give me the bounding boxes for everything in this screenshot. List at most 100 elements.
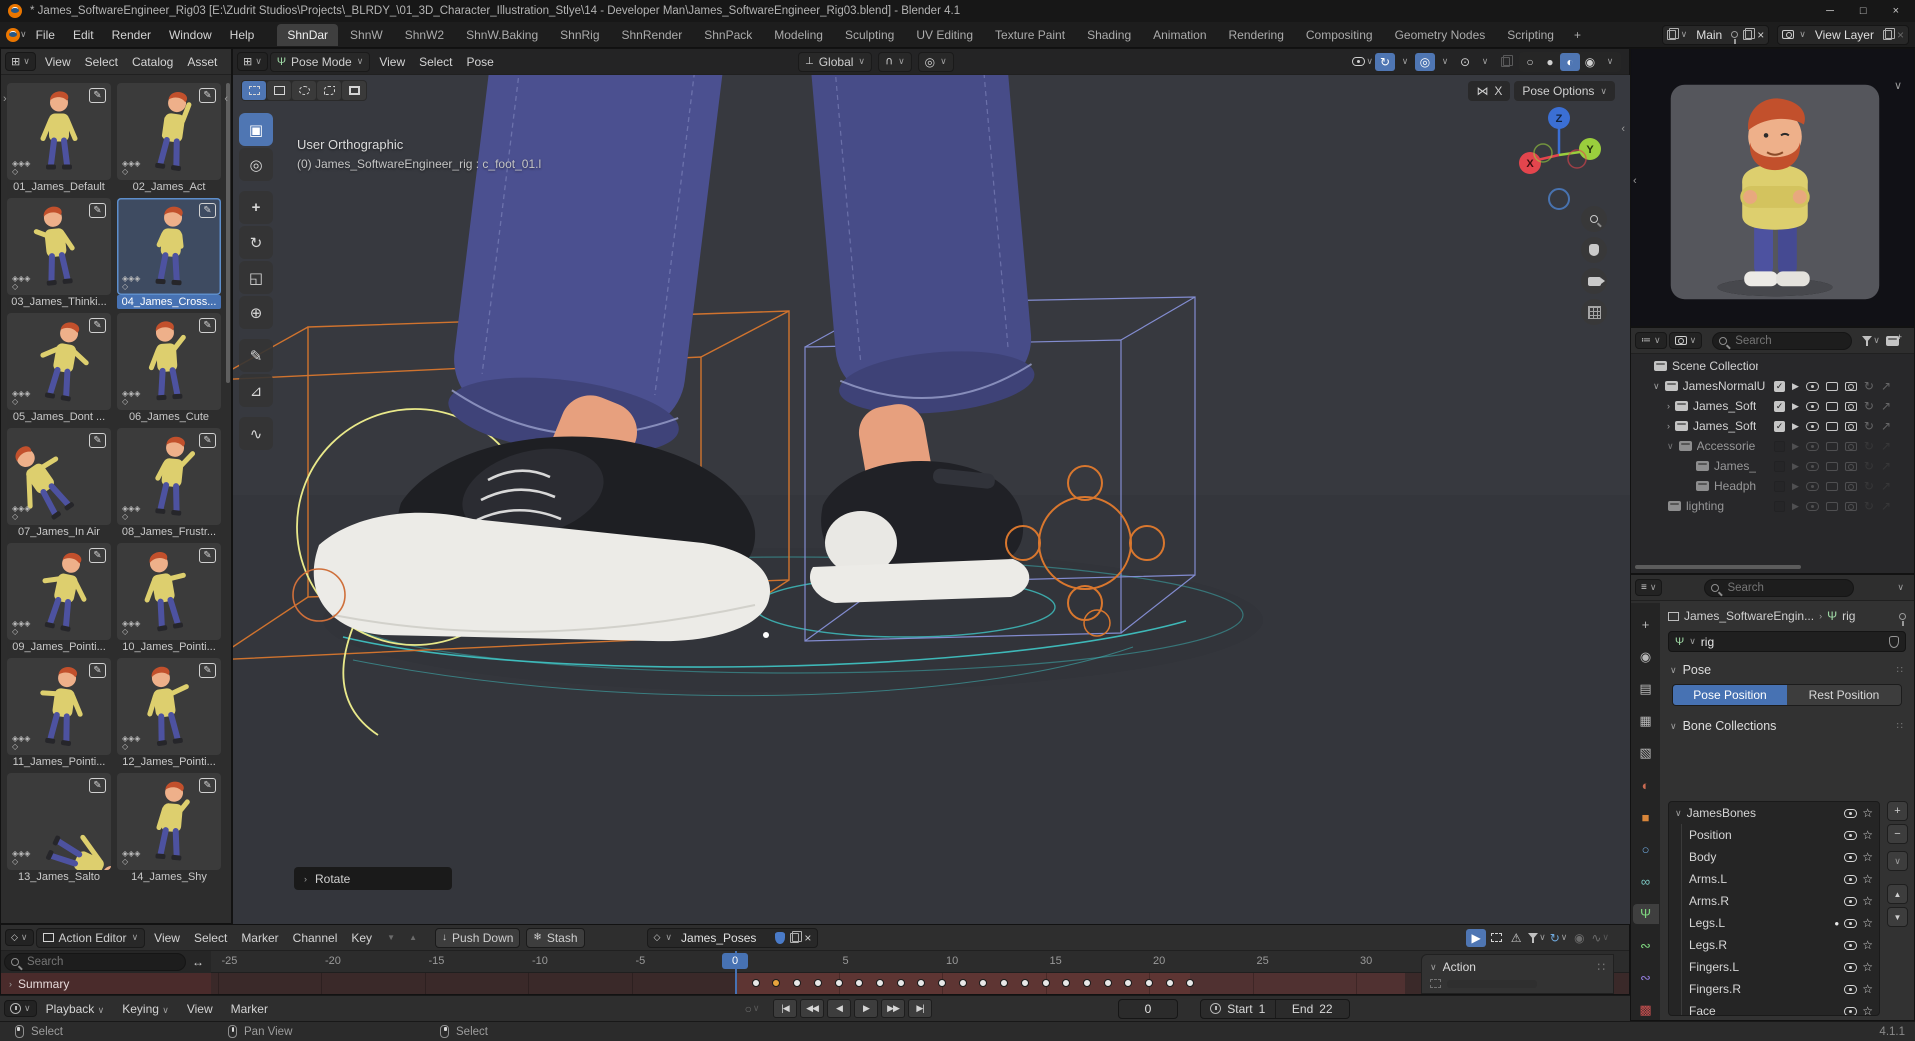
disable-viewports-icon[interactable] (1826, 422, 1838, 431)
asset-card-05_James_Dont ...[interactable]: ✎◈◈◈◇05_James_Dont ... (7, 313, 111, 424)
bone-collection-row-fingers-l[interactable]: Fingers.L☆ (1669, 956, 1879, 978)
timeline-ruler[interactable]: -25-20-15-10-5051015202530 (211, 951, 1629, 973)
outliner-row-headph[interactable]: Headph▶↻↗ (1631, 476, 1914, 496)
selectable-icon[interactable]: ▶ (1792, 421, 1799, 432)
move-down-button[interactable]: ▼ (1887, 907, 1908, 927)
solo-star-icon[interactable]: ☆ (1862, 982, 1873, 996)
exclude-checkbox[interactable] (1774, 441, 1785, 452)
proportional-edit-dropdown[interactable]: ◎ ∨ (918, 52, 954, 72)
pose-panel-header[interactable]: ∨ Pose ∷ (1660, 656, 1914, 682)
disable-render-icon[interactable] (1845, 422, 1857, 431)
channel-search-input[interactable] (4, 953, 186, 971)
bone-collection-row-body[interactable]: Body☆ (1669, 846, 1879, 868)
asset-menu-view[interactable]: View (38, 52, 78, 72)
keyframe-dot[interactable] (897, 979, 905, 987)
scene-selector[interactable]: ∨ Main × (1662, 25, 1770, 45)
next-keyframe-button[interactable]: ▶▶ (881, 999, 905, 1018)
workspace-tab-shnpack[interactable]: ShnPack (694, 24, 762, 46)
grip-icon[interactable]: ∷ (1897, 721, 1904, 732)
only-selected-toggle[interactable]: ▶ (1466, 929, 1486, 947)
tool-transform[interactable]: ⊕ (239, 296, 273, 329)
keyframe-dot[interactable] (1042, 979, 1050, 987)
disable-render-icon[interactable] (1845, 442, 1857, 451)
outliner-row-james-soft[interactable]: ›James_Soft✓▶↻↗ (1631, 396, 1914, 416)
bone-collection-row-legs-l[interactable]: Legs.L●☆ (1669, 912, 1879, 934)
chevron-down-icon[interactable]: ∨ (1897, 582, 1910, 593)
properties-tab-bone-constraint[interactable]: ∾ (1633, 969, 1659, 988)
exclude-checkbox[interactable] (1774, 461, 1785, 472)
visibility-eye-icon[interactable] (1844, 941, 1857, 950)
blender-menu-icon[interactable] (6, 28, 20, 42)
outliner-row-james-soft[interactable]: ›James_Soft✓▶↻↗ (1631, 416, 1914, 436)
asset-card-14_James_Shy[interactable]: ✎◈◈◈◇14_James_Shy (117, 773, 221, 884)
holdout-icon[interactable]: ↻ (1864, 379, 1874, 393)
solo-star-icon[interactable]: ☆ (1862, 806, 1873, 820)
exclude-checkbox[interactable]: ✓ (1774, 401, 1785, 412)
properties-tab-object-constraints[interactable]: ∞ (1633, 872, 1659, 891)
workspace-tab-shading[interactable]: Shading (1077, 24, 1141, 46)
gizmo-dropdown[interactable]: ∨ (1395, 53, 1415, 71)
visibility-eye-icon[interactable] (1844, 985, 1857, 994)
asset-card-01_James_Default[interactable]: ✎◈◈◈◇01_James_Default (7, 83, 111, 194)
rest-position-button[interactable]: Rest Position (1787, 685, 1901, 705)
pin-icon[interactable] (1731, 31, 1738, 38)
solo-star-icon[interactable]: ☆ (1862, 960, 1873, 974)
indirect-only-icon[interactable]: ↗ (1881, 499, 1891, 513)
select-box-button[interactable] (267, 81, 291, 100)
breadcrumb-object[interactable]: James_SoftwareEngin... (1684, 609, 1814, 623)
properties-tab-render[interactable]: ◉ (1633, 647, 1659, 666)
pose-position-button[interactable]: Pose Position (1673, 685, 1787, 705)
selectable-icon[interactable]: ▶ (1792, 381, 1799, 392)
bone-collection-row-arms-r[interactable]: Arms.R☆ (1669, 890, 1879, 912)
summary-channel[interactable]: › Summary (1, 973, 211, 994)
visibility-eye-icon[interactable] (1844, 831, 1857, 840)
menu-help[interactable]: Help (221, 25, 264, 45)
selectable-icon[interactable]: ▶ (1792, 481, 1799, 492)
expander-icon[interactable]: › (1667, 421, 1670, 431)
disable-render-icon[interactable] (1845, 382, 1857, 391)
dopesheet-menu-view[interactable]: View (147, 928, 187, 948)
grip-icon[interactable]: ∷ (1897, 665, 1904, 676)
workspace-tab-shnw2[interactable]: ShnW2 (395, 24, 454, 46)
new-collection-button[interactable]: + (1884, 332, 1904, 350)
start-frame-field[interactable]: Start 1 (1201, 1002, 1275, 1016)
editor-type-button[interactable]: ≔∨ (1635, 332, 1667, 349)
visibility-eye-icon[interactable] (1844, 919, 1857, 928)
close-icon[interactable]: × (1897, 28, 1904, 42)
pin-icon[interactable] (1899, 613, 1906, 620)
operator-panel[interactable]: › Rotate (294, 867, 452, 890)
dopesheet-menu-select[interactable]: Select (187, 928, 234, 948)
indirect-only-icon[interactable]: ↗ (1881, 399, 1891, 413)
properties-tab-object[interactable]: ■ (1633, 808, 1659, 827)
properties-tab-world[interactable]: ◐ (1633, 776, 1659, 795)
viewport-menu-view[interactable]: View (372, 52, 412, 72)
properties-search-input[interactable] (1704, 579, 1854, 597)
solo-star-icon[interactable]: ☆ (1862, 938, 1873, 952)
shading-material-button[interactable]: ◐ (1560, 53, 1580, 71)
disable-render-icon[interactable] (1845, 462, 1857, 471)
show-gizmo-toggle[interactable]: ↻ (1375, 53, 1395, 71)
holdout-icon[interactable]: ↻ (1864, 499, 1874, 513)
visibility-eye-icon[interactable] (1844, 809, 1857, 818)
keyframe-dot[interactable] (1021, 979, 1029, 987)
copy-icon[interactable] (790, 933, 799, 943)
show-hidden-toggle[interactable] (1486, 929, 1506, 947)
minimize-button[interactable]: ─ (1826, 5, 1834, 17)
selectable-icon[interactable]: ▶ (1792, 401, 1799, 412)
hide-viewport-icon[interactable] (1806, 382, 1819, 391)
jump-to-end-button[interactable]: ▶| (908, 999, 932, 1018)
outliner-search-input[interactable] (1712, 332, 1852, 350)
auto-keying-toggle[interactable]: ○∨ (742, 1000, 762, 1018)
jump-to-start-button[interactable]: |◀ (773, 999, 797, 1018)
unlink-action-icon[interactable]: × (804, 931, 811, 945)
keyframe-dot[interactable] (938, 979, 946, 987)
shading-wireframe-button[interactable]: ○ (1520, 53, 1540, 71)
solo-star-icon[interactable]: ☆ (1862, 894, 1873, 908)
dopesheet-menu-key[interactable]: Key (344, 928, 379, 948)
asset-menu-asset[interactable]: Asset (180, 52, 224, 72)
properties-tab-texture[interactable]: ▩ (1633, 1001, 1659, 1020)
editor-mode-dropdown[interactable]: Action Editor ∨ (36, 928, 146, 948)
armature-name-field[interactable]: Ψ ∨ rig (1668, 631, 1906, 652)
outliner-row-scene-collection[interactable]: Scene Collection (1631, 356, 1914, 376)
filter-dropdown[interactable]: ∨ (1526, 929, 1548, 947)
